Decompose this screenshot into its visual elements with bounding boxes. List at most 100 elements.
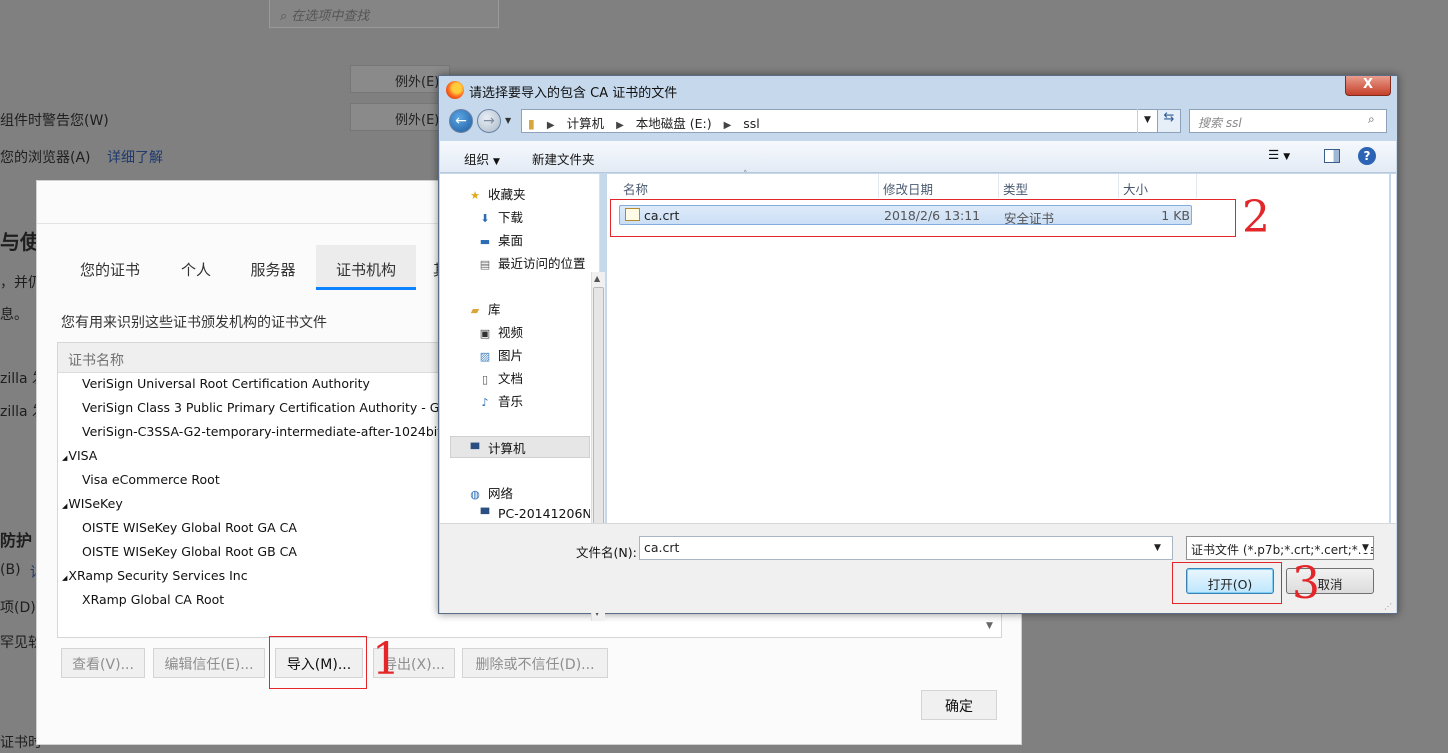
column-modified[interactable]: 修改日期 — [883, 179, 933, 198]
library-icon: ▰ — [470, 304, 480, 317]
video-icon: ▣ — [479, 327, 491, 340]
exceptions-button-2[interactable]: 例外(E) — [350, 103, 450, 131]
delete-distrust-button[interactable]: 删除或不信任(D)... — [462, 648, 608, 678]
column-size[interactable]: 大小 — [1123, 179, 1148, 198]
recent-locations-dropdown[interactable]: ▼ — [505, 116, 511, 125]
view-list-icon: ☰ — [1268, 147, 1280, 162]
tab-servers[interactable]: 服务器 — [237, 245, 309, 290]
breadcrumb-separator-icon[interactable]: ▶ — [547, 120, 555, 131]
help-icon[interactable]: ? — [1358, 147, 1376, 165]
filename-label: 文件名(N): — [576, 545, 637, 560]
tab-personal[interactable]: 个人 — [167, 245, 225, 290]
breadcrumb-computer[interactable]: 计算机 — [567, 116, 605, 131]
annotation-box-open — [1172, 562, 1282, 604]
ok-button[interactable]: 确定 — [921, 690, 997, 720]
view-button[interactable]: 查看(V)... — [61, 648, 145, 678]
cert-row-label: VeriSign-C3SSA-G2-temporary-intermediate… — [82, 424, 498, 439]
tab-your-certs[interactable]: 您的证书 — [61, 245, 159, 290]
chevron-down-icon[interactable]: ▼ — [1360, 543, 1371, 553]
text-fragment: 息。 — [0, 307, 28, 323]
address-history-dropdown[interactable]: ▼ — [1137, 109, 1157, 133]
scroll-up-icon[interactable]: ▲ — [594, 274, 600, 283]
arrow-left-icon: ← — [455, 113, 467, 129]
block-browser-label[interactable]: 您的浏览器(A) — [0, 147, 91, 167]
text-fragment: (B) — [0, 562, 21, 578]
star-icon: ★ — [470, 189, 480, 202]
column-type[interactable]: 类型 — [1003, 179, 1028, 198]
filetype-select[interactable]: 证书文件 (*.p7b;*.crt;*.cert;*.cer;*.pem;*.d… — [1186, 536, 1374, 560]
warn-addon-label[interactable]: 组件时警告您(W) — [0, 110, 109, 130]
breadcrumb-separator-icon[interactable]: ▶ — [616, 120, 624, 131]
nav-computer[interactable]: ▀ 计算机 — [468, 438, 526, 457]
resize-grip-icon[interactable]: ⋰ — [1384, 602, 1392, 611]
dialog-title: 请选择要导入的包含 CA 证书的文件 — [469, 86, 678, 101]
expand-triangle-icon[interactable]: ◢ — [62, 454, 67, 462]
sort-ascending-icon: ˄ — [743, 170, 748, 180]
settings-search-input[interactable]: ⌕ 在选项中查找 — [269, 0, 499, 28]
folder-icon: ▮ — [528, 116, 535, 131]
network-icon: ◍ — [470, 488, 480, 501]
expand-triangle-icon[interactable]: ◢ — [62, 502, 67, 510]
cert-row-label: OISTE WISeKey Global Root GA CA — [82, 520, 297, 535]
address-bar[interactable]: ▮ ▶ 计算机 ▶ 本地磁盘 (E:) ▶ ssl — [521, 109, 1181, 133]
annotation-box-file — [610, 199, 1236, 237]
picture-icon: ▨ — [479, 350, 491, 363]
column-divider[interactable] — [998, 174, 999, 198]
scroll-down-icon[interactable]: ▼ — [986, 621, 993, 631]
annotation-number-1: 1 — [372, 634, 400, 685]
chevron-down-icon: ▼ — [1283, 152, 1291, 162]
breadcrumb-separator-icon[interactable]: ▶ — [724, 120, 732, 131]
close-icon: X — [1362, 77, 1374, 92]
nav-pictures[interactable]: ▨ 图片 — [478, 345, 523, 364]
file-pane-edge — [1391, 174, 1396, 523]
folder-search-input[interactable]: 搜索 ssl ⌕ — [1189, 109, 1387, 133]
refresh-button[interactable]: ⇆ — [1157, 109, 1181, 133]
chevron-down-icon: ▼ — [493, 157, 500, 167]
refresh-icon: ⇆ — [1163, 110, 1175, 125]
music-icon: ♪ — [481, 396, 489, 409]
chevron-down-icon[interactable]: ▼ — [1154, 543, 1161, 553]
navigation-pane[interactable]: ★ 收藏夹 ⬇ 下载 ▬ 桌面 ▤ 最近访问的位置 ▰ 库 ▣ 视频 ▨ 图片 ▯ 文档 ♪ 音乐… — [440, 174, 605, 621]
nav-music[interactable]: ♪ 音乐 — [478, 391, 523, 410]
exceptions-button-1[interactable]: 例外(E) — [350, 65, 450, 93]
column-divider[interactable] — [1196, 174, 1197, 198]
text-fragment: 项(D) — [0, 600, 36, 616]
close-button[interactable]: X — [1345, 76, 1391, 96]
breadcrumb-drive[interactable]: 本地磁盘 (E:) — [636, 116, 712, 131]
search-icon: ⌕ — [280, 9, 288, 24]
nav-favorites[interactable]: ★ 收藏夹 — [468, 184, 525, 203]
column-divider[interactable] — [1118, 174, 1119, 198]
cert-row-label: VISA — [68, 448, 98, 463]
tab-authorities[interactable]: 证书机构 — [316, 245, 416, 290]
new-folder-button[interactable]: 新建文件夹 — [532, 149, 595, 168]
forward-button[interactable]: → — [477, 109, 501, 133]
breadcrumb-ssl[interactable]: ssl — [743, 116, 760, 131]
cert-row-label: XRamp Security Services Inc — [68, 568, 248, 583]
expand-triangle-icon[interactable]: ◢ — [62, 574, 67, 582]
recent-places-icon: ▤ — [479, 258, 491, 271]
column-name[interactable]: 名称 — [623, 179, 648, 198]
computer-icon: ▀ — [480, 508, 490, 521]
nav-libraries[interactable]: ▰ 库 — [468, 299, 501, 318]
nav-desktop[interactable]: ▬ 桌面 — [478, 230, 523, 249]
nav-documents[interactable]: ▯ 文档 — [478, 368, 523, 387]
learn-more-link[interactable]: 详细了解 — [107, 147, 163, 167]
nav-recent-places[interactable]: ▤ 最近访问的位置 — [478, 253, 586, 272]
nav-network-pc[interactable]: ▀PC-20141206NC — [478, 506, 590, 521]
cert-row-label: Visa eCommerce Root — [82, 472, 220, 487]
edit-trust-button[interactable]: 编辑信任(E)... — [153, 648, 265, 678]
annotation-number-2: 2 — [1242, 192, 1270, 243]
command-toolbar: 组织 ▼ 新建文件夹 ☰ ▼ ? — [440, 141, 1396, 173]
back-button[interactable]: ← — [449, 109, 473, 133]
cert-row-label: XRamp Global CA Root — [82, 592, 225, 607]
filename-input[interactable]: ca.crt ▼ — [639, 536, 1173, 560]
computer-icon: ▀ — [470, 443, 480, 456]
organize-menu[interactable]: 组织 ▼ — [464, 149, 500, 168]
nav-downloads[interactable]: ⬇ 下载 — [478, 207, 523, 226]
preview-pane-icon[interactable] — [1324, 149, 1340, 163]
column-divider[interactable] — [878, 174, 879, 198]
view-options-button[interactable]: ☰ ▼ — [1268, 147, 1290, 162]
nav-network[interactable]: ◍ 网络 — [468, 483, 513, 502]
annotation-box-import — [269, 636, 367, 689]
nav-videos[interactable]: ▣ 视频 — [478, 322, 523, 341]
